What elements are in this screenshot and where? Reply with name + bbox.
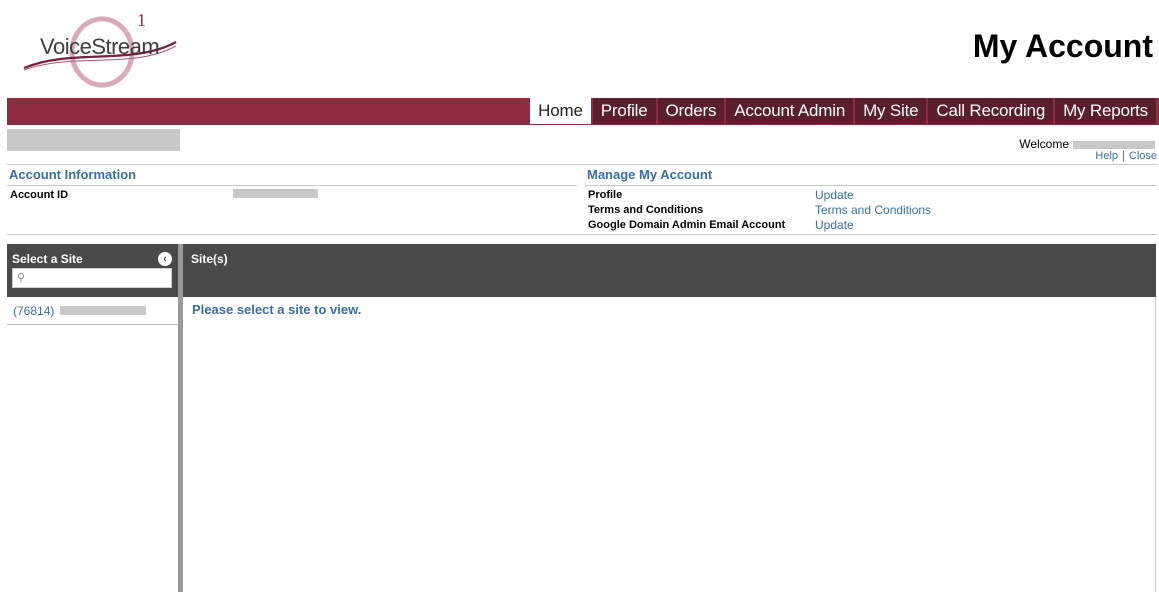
profile-update-link[interactable]: Update [815, 188, 854, 202]
site-id: (76814) [13, 304, 55, 318]
tab-home[interactable]: Home [530, 98, 591, 124]
divider-bottom [7, 234, 1157, 235]
terms-link[interactable]: Terms and Conditions [815, 203, 931, 217]
logo-superscript: 1 [137, 10, 146, 30]
search-icon: ⚲ [17, 272, 26, 284]
close-link[interactable]: Close [1129, 150, 1157, 162]
divider-manage [585, 185, 1157, 186]
site-selector-panel: Select a Site ‹ ⚲ (76814) [7, 244, 178, 592]
tab-profile[interactable]: Profile [592, 98, 656, 124]
sites-panel-header: Site(s) [183, 244, 1156, 297]
tab-orders[interactable]: Orders [657, 98, 725, 124]
account-info-title: Account Information [9, 167, 137, 182]
tab-my-site[interactable]: My Site [855, 98, 927, 124]
divider-account-info [7, 185, 577, 186]
site-selector-title: Select a Site [12, 252, 83, 266]
divider-top [7, 164, 1157, 165]
profile-label: Profile [588, 189, 623, 201]
welcome-message: Welcome [1019, 137, 1155, 151]
redacted-account-name [7, 129, 180, 151]
welcome-label: Welcome [1019, 137, 1069, 151]
tab-account-admin[interactable]: Account Admin [726, 98, 854, 124]
nav-tabs: Home Profile Orders Account Admin My Sit… [528, 98, 1156, 125]
main-nav-bar: Home Profile Orders Account Admin My Sit… [7, 98, 1159, 125]
select-site-message: Please select a site to view. [192, 302, 362, 317]
tab-call-recording[interactable]: Call Recording [928, 98, 1054, 124]
site-search-input[interactable] [29, 270, 169, 286]
terms-label: Terms and Conditions [588, 204, 704, 216]
page-title: My Account [972, 28, 1153, 64]
site-selector-header: Select a Site ‹ ⚲ [7, 244, 178, 297]
logo-wordmark: VoiceStream [40, 34, 160, 59]
manage-account-title: Manage My Account [587, 167, 713, 182]
tab-my-reports[interactable]: My Reports [1055, 98, 1156, 124]
account-id-label: Account ID [10, 189, 69, 201]
sites-panel-title: Site(s) [191, 252, 228, 266]
site-search-box: ⚲ [12, 268, 172, 288]
sites-panel: Site(s) Please select a site to view. [183, 244, 1156, 592]
google-admin-update-link[interactable]: Update [815, 218, 854, 232]
redacted-user-name [1073, 140, 1155, 149]
redacted-site-name [60, 306, 146, 315]
voicestream-logo: 1 VoiceStream [22, 8, 182, 88]
site-list-item[interactable]: (76814) [7, 302, 178, 325]
google-admin-label: Google Domain Admin Email Account [588, 219, 786, 231]
help-link[interactable]: Help [1095, 150, 1118, 162]
redacted-account-id [233, 189, 318, 198]
collapse-panel-icon[interactable]: ‹ [158, 252, 172, 266]
header-links: Help | Close [1095, 150, 1157, 162]
